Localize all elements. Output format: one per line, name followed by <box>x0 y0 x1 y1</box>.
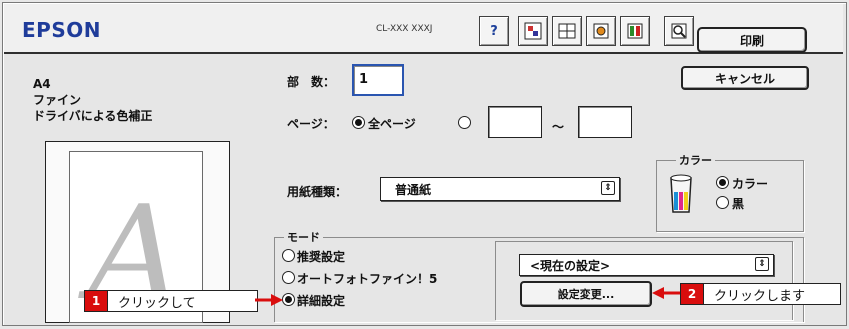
paper-size-text: A4 <box>33 77 51 91</box>
color-option-label: カラー <box>732 177 769 191</box>
recommended-radio[interactable] <box>282 249 295 262</box>
callout-2-arrow-icon <box>652 287 680 299</box>
printer-model: CL-XXX XXXJ <box>376 24 433 34</box>
paper-type-value: 普通紙 <box>395 183 432 197</box>
advanced-label: 詳細設定 <box>297 294 346 308</box>
callout-2-text: クリックします <box>714 288 806 304</box>
pages-label: ページ： <box>287 117 335 131</box>
black-option-label: 黒 <box>732 197 745 211</box>
utility-icon[interactable] <box>518 16 548 46</box>
help-icon[interactable]: ? <box>479 16 509 46</box>
recommended-label: 推奨設定 <box>297 250 346 264</box>
dropdown-arrow-icon: ⇕ <box>601 181 615 195</box>
page-from-input[interactable] <box>488 106 542 138</box>
brand-logo: EPSON <box>22 18 101 42</box>
print-button[interactable]: 印刷 <box>697 27 807 53</box>
callout-1: 1 クリックして <box>84 290 258 312</box>
color-radio[interactable] <box>716 176 729 189</box>
callout-2-number: 2 <box>681 284 704 304</box>
callout-1-arrow-icon <box>255 294 283 306</box>
callout-1-number: 1 <box>85 291 108 311</box>
change-settings-button[interactable]: 設定変更... <box>520 281 652 307</box>
callout-2: 2 クリックします <box>680 283 841 305</box>
page-to-input[interactable] <box>578 106 632 138</box>
dropdown-arrow-icon: ⇕ <box>755 257 769 271</box>
cancel-button[interactable]: キャンセル <box>681 66 809 90</box>
quality-text: ファイン <box>33 93 82 107</box>
current-setting-select[interactable]: <現在の設定> ⇕ <box>519 254 774 276</box>
copies-value: 1 <box>359 72 369 87</box>
all-pages-radio[interactable] <box>352 116 365 129</box>
all-pages-label: 全ページ <box>368 117 416 131</box>
black-radio[interactable] <box>716 196 729 209</box>
page-range-radio[interactable] <box>458 116 471 129</box>
color-management-icon[interactable] <box>620 16 650 46</box>
auto-photo-fine-radio[interactable] <box>282 271 295 284</box>
mode-group-title: モード <box>284 229 323 245</box>
range-separator: ～ <box>552 120 565 134</box>
callout-1-text: クリックして <box>118 295 196 311</box>
layout-icon[interactable] <box>552 16 582 46</box>
copies-input[interactable]: 1 <box>352 64 404 96</box>
paper-type-label: 用紙種類： <box>287 185 348 199</box>
auto-photo-fine-label: オートフォトファイン！5 <box>297 272 438 286</box>
color-group-title: カラー <box>676 152 715 168</box>
preview-icon[interactable] <box>664 16 694 46</box>
ink-cartridge-icon <box>666 172 696 220</box>
background-print-icon[interactable] <box>586 16 616 46</box>
current-setting-value: <現在の設定> <box>530 259 611 273</box>
color-correction-text: ドライバによる色補正 <box>33 109 153 123</box>
copies-label: 部 数： <box>287 75 336 89</box>
paper-type-select[interactable]: 普通紙 ⇕ <box>380 177 620 201</box>
